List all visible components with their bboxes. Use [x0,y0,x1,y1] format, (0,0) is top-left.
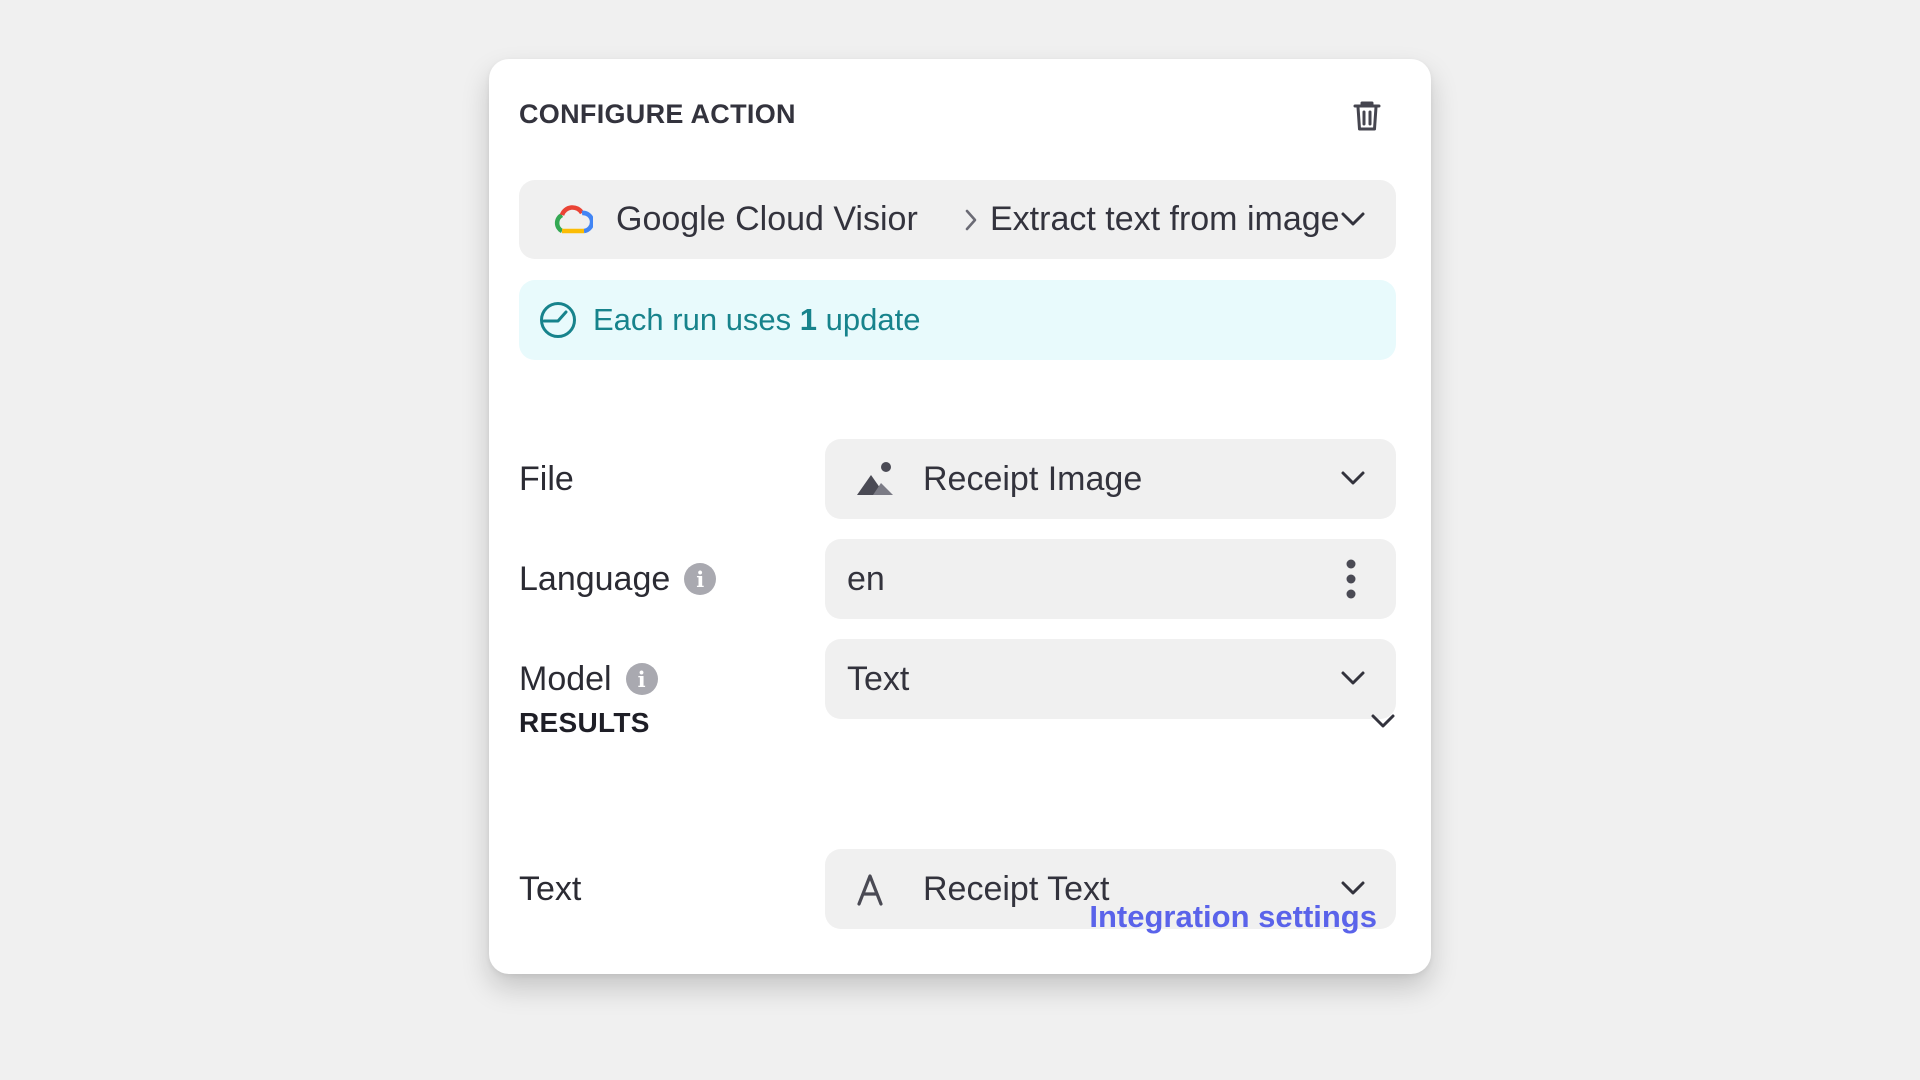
delete-action-button[interactable] [1349,96,1385,136]
image-icon [857,462,893,495]
chevron-down-icon [1341,212,1365,226]
usage-suffix: update [817,302,921,337]
language-value: en [847,560,885,598]
results-heading: RESULTS [519,707,650,738]
action-selector[interactable]: Google Cloud Visior Extract text from im… [519,180,1396,259]
action-name: Extract text from image [990,200,1340,238]
google-cloud-logo [554,205,593,234]
chevron-down-icon [1341,881,1365,895]
language-label-row: Language i [519,539,717,619]
integration-settings-link[interactable]: Integration settings [1089,899,1377,935]
usage-count: 1 [799,302,818,337]
file-value: Receipt Image [923,460,1143,498]
chevron-right-icon [965,209,977,231]
model-label: Model [519,659,612,698]
text-label-row: Text [519,849,581,929]
configure-action-panel: CONFIGURE ACTION Google Cloud Visior Ext… [489,59,1431,974]
file-select[interactable]: Receipt Image [825,439,1396,519]
chevron-down-icon[interactable] [1369,709,1397,733]
gauge-icon [540,302,576,338]
usage-banner: Each run uses 1 update [519,280,1396,360]
text-type-icon [857,874,883,906]
text-output-value: Receipt Text [923,870,1110,908]
trash-icon [1353,101,1381,131]
usage-prefix: Each run uses [593,302,800,337]
more-vertical-icon[interactable] [1345,559,1357,599]
language-label: Language [519,559,671,598]
service-name: Google Cloud Visior [616,200,918,238]
model-value: Text [847,660,910,698]
usage-message: Each run uses 1 update [593,280,920,360]
chevron-down-icon [1341,671,1365,685]
info-icon[interactable]: i [625,663,658,695]
file-label: File [519,459,574,498]
model-select[interactable]: Text [825,639,1396,719]
text-label: Text [519,869,582,908]
file-label-row: File [519,439,574,519]
language-input[interactable]: en [825,539,1396,619]
chevron-down-icon [1341,471,1365,485]
panel-title: CONFIGURE ACTION [519,99,796,129]
info-icon[interactable]: i [684,563,717,595]
